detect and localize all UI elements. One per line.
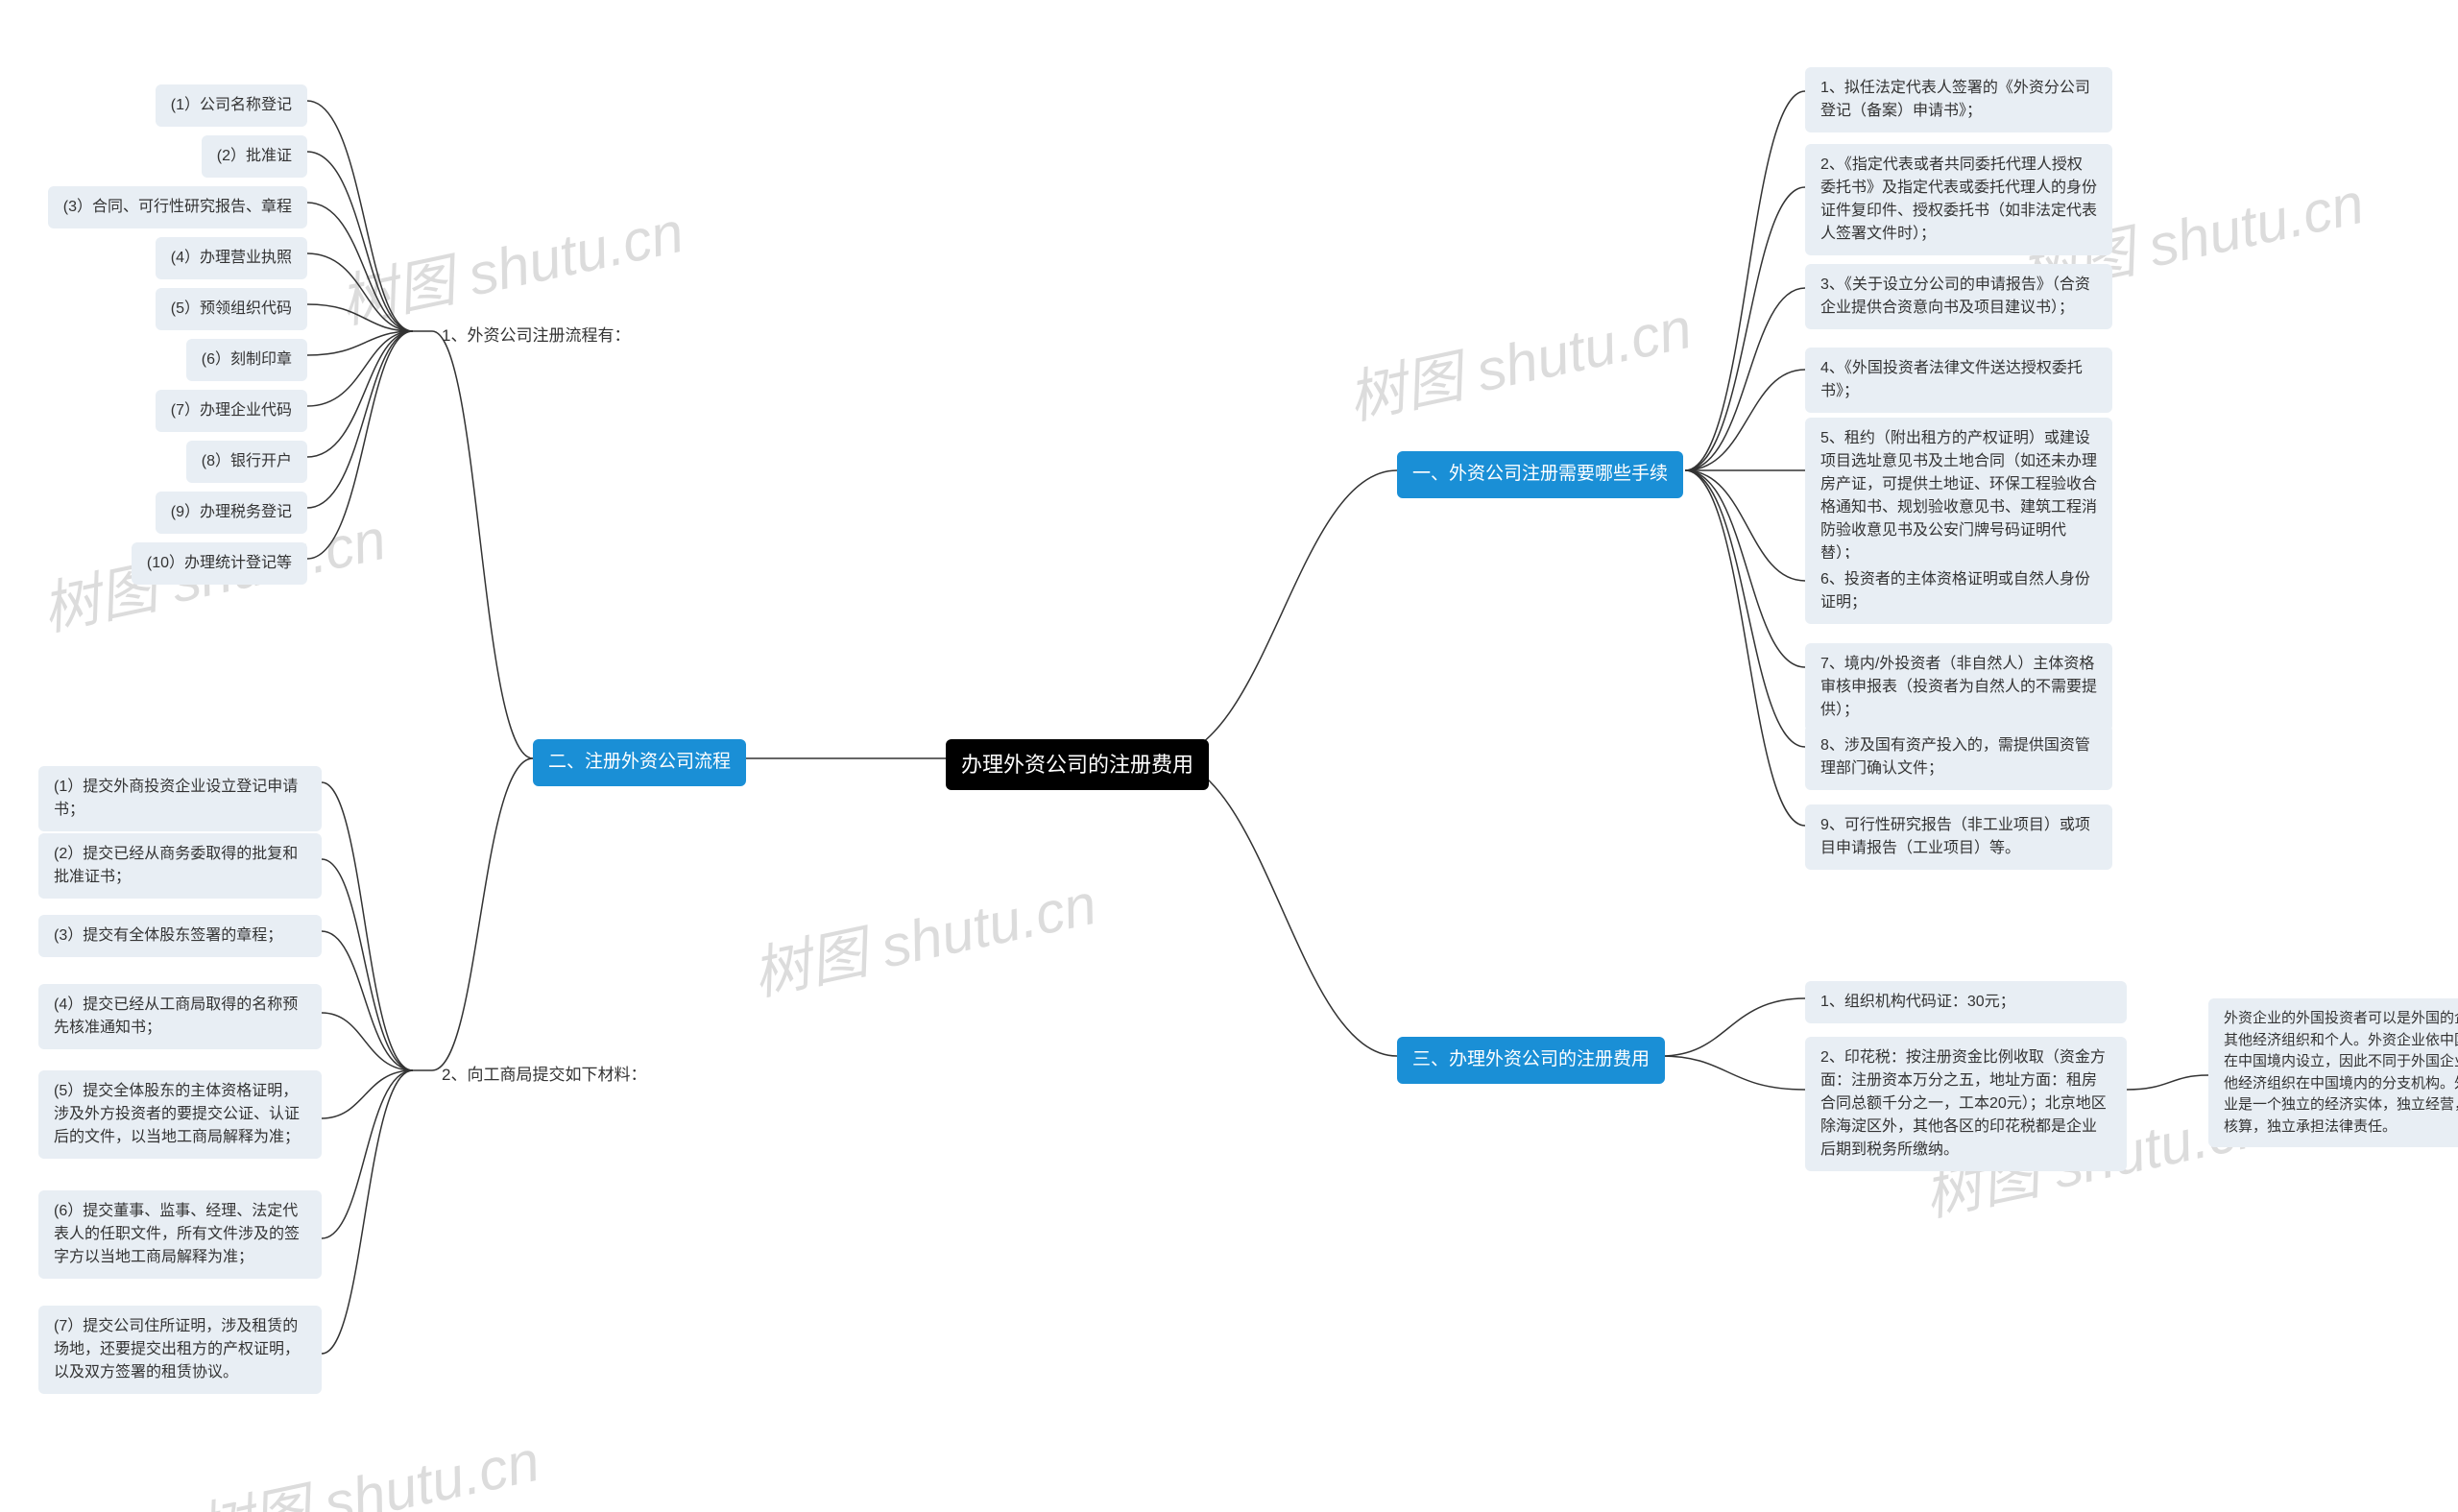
- s2-sub1-label: 1、外资公司注册流程有：: [442, 322, 630, 346]
- s1-item-1: 1、拟任法定代表人签署的《外资分公司登记（备案）申请书》；: [1805, 67, 2112, 132]
- section-3-title: 三、办理外资公司的注册费用: [1397, 1037, 1665, 1084]
- s1-item-6: 6、投资者的主体资格证明或自然人身份证明；: [1805, 559, 2112, 624]
- s1-item-5: 5、租约（附出租方的产权证明）或建设项目选址意见书及土地合同（如还未办理房产证，…: [1805, 418, 2112, 575]
- s1-item-9: 9、可行性研究报告（非工业项目）或项目申请报告（工业项目）等。: [1805, 804, 2112, 870]
- s2-sub1-item-6: (6）刻制印章: [186, 339, 307, 381]
- s2-sub2-item-7: (7）提交公司住所证明，涉及租赁的场地，还要提交出租方的产权证明，以及双方签署的…: [38, 1306, 322, 1394]
- s1-item-8: 8、涉及国有资产投入的，需提供国资管理部门确认文件；: [1805, 725, 2112, 790]
- section-2-title: 二、注册外资公司流程: [533, 739, 746, 786]
- s1-item-7: 7、境内/外投资者（非自然人）主体资格审核申报表（投资者为自然人的不需要提供）；: [1805, 643, 2112, 732]
- s2-sub1-item-2: (2）批准证: [202, 135, 307, 178]
- s2-sub1-item-7: (7）办理企业代码: [156, 390, 307, 432]
- s2-sub1-item-3: (3）合同、可行性研究报告、章程: [48, 186, 307, 228]
- s2-sub2-item-2: (2）提交已经从商务委取得的批复和批准证书；: [38, 833, 322, 899]
- s2-sub1-item-5: (5）预领组织代码: [156, 288, 307, 330]
- s2-sub1-item-4: (4）办理营业执照: [156, 237, 307, 279]
- watermark: 树图 shutu.cn: [1339, 281, 1699, 436]
- s2-sub2-item-4: (4）提交已经从工商局取得的名称预先核准通知书；: [38, 984, 322, 1049]
- s3-item-2: 2、印花税：按注册资金比例收取（资金方面：注册资本万分之五，地址方面：租房合同总…: [1805, 1037, 2127, 1171]
- s2-sub1-item-9: (9）办理税务登记: [156, 492, 307, 534]
- s2-sub2-item-6: (6）提交董事、监事、经理、法定代表人的任职文件，所有文件涉及的签字方以当地工商…: [38, 1190, 322, 1279]
- s2-sub2-item-3: (3）提交有全体股东签署的章程；: [38, 915, 322, 957]
- watermark: 树图 shutu.cn: [331, 185, 690, 340]
- watermark: 树图 shutu.cn: [744, 857, 1103, 1012]
- s1-item-2: 2、《指定代表或者共同委托代理人授权委托书》及指定代表或委托代理人的身份证件复印…: [1805, 144, 2112, 255]
- s2-sub2-item-1: (1）提交外商投资企业设立登记申请书；: [38, 766, 322, 831]
- mindmap-root: 办理外资公司的注册费用: [946, 739, 1209, 790]
- s2-sub1-item-10: (10）办理统计登记等: [132, 542, 307, 585]
- s2-sub2-item-5: (5）提交全体股东的主体资格证明，涉及外方投资者的要提交公证、认证后的文件，以当…: [38, 1070, 322, 1159]
- s3-extra: 外资企业的外国投资者可以是外国的企业、其他经济组织和个人。外资企业依中国法律在中…: [2208, 998, 2458, 1147]
- s3-item-1: 1、组织机构代码证：30元；: [1805, 981, 2127, 1023]
- watermark: 树图 shutu.cn: [187, 1414, 546, 1512]
- s2-sub1-item-8: (8）银行开户: [186, 441, 307, 483]
- s1-item-4: 4、《外国投资者法律文件送达授权委托书》；: [1805, 348, 2112, 413]
- s2-sub2-label: 2、向工商局提交如下材料：: [442, 1061, 646, 1085]
- s1-item-3: 3、《关于设立分公司的申请报告》（合资企业提供合资意向书及项目建议书）；: [1805, 264, 2112, 329]
- section-1-title: 一、外资公司注册需要哪些手续: [1397, 451, 1683, 498]
- s2-sub1-item-1: (1）公司名称登记: [156, 84, 307, 127]
